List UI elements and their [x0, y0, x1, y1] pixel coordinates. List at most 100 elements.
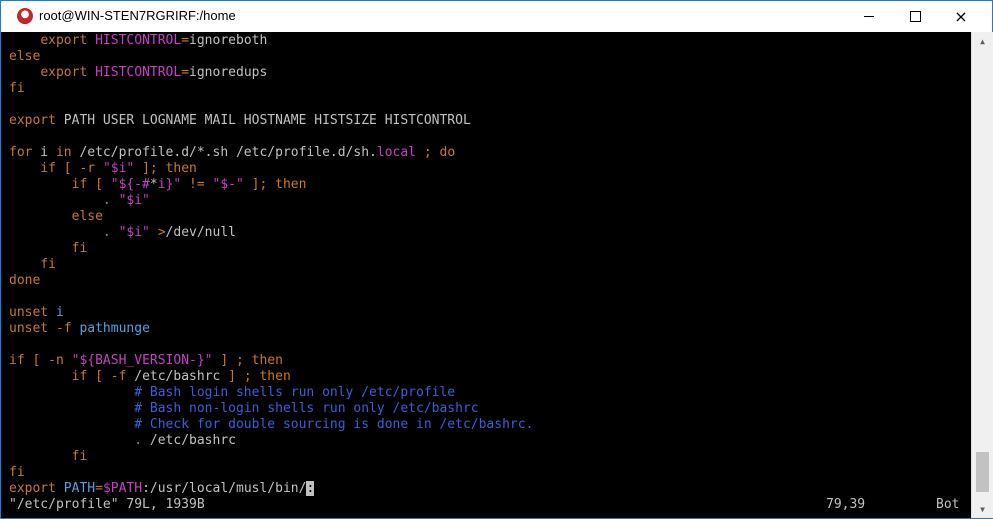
code-token: # Bash non-login shells run only /etc/ba… — [134, 401, 479, 416]
code-token: $PATH — [102, 481, 143, 496]
code-token: i — [55, 305, 64, 320]
code-token: "$i" — [118, 225, 150, 240]
scroll-down-arrow-icon[interactable]: ▼ — [972, 500, 993, 518]
code-token: . — [102, 193, 111, 208]
vim-status-scroll-position: Bot — [936, 497, 960, 512]
code-token: fi — [71, 449, 88, 464]
code-line: fi — [9, 465, 25, 481]
code-token: /etc/bashrc — [142, 433, 236, 448]
code-token: [ — [95, 177, 103, 192]
terminal-app-icon[interactable] — [17, 8, 33, 24]
code-token: unset — [9, 305, 49, 320]
scroll-up-arrow-icon[interactable]: ▲ — [972, 32, 993, 50]
code-line: if [ "${-#*i}" != "$-" ]; then — [9, 177, 307, 193]
code-token: ] ; then — [228, 369, 291, 384]
code-token: fi — [71, 241, 88, 256]
code-token: "${-# — [110, 177, 150, 192]
code-token: -f — [55, 321, 72, 336]
code-line: . "$i" >/dev/null — [9, 225, 236, 241]
code-token: "$i" — [118, 193, 150, 208]
code-line: if [ -n "${BASH_VERSION-}" ] ; then — [9, 353, 283, 369]
code-token: [ -r — [63, 161, 96, 176]
maximize-button[interactable] — [892, 1, 938, 32]
code-line: else — [9, 49, 40, 65]
code-token: # Bash login shells run only /etc/profil… — [134, 385, 456, 400]
code-line: if [ -r "$i" ]; then — [9, 161, 197, 177]
code-line: unset i — [9, 305, 64, 321]
code-token: = — [95, 481, 103, 496]
code-token: export — [9, 113, 56, 128]
code-token: ]; then — [142, 161, 197, 176]
code-token: * — [149, 177, 158, 192]
code-token: fi — [40, 257, 56, 272]
code-token: fi — [9, 81, 25, 96]
code-line: for i in /etc/profile.d/*.sh /etc/profil… — [9, 145, 455, 161]
code-line: else — [9, 209, 103, 225]
code-token: "$i" — [102, 161, 135, 176]
vertical-scrollbar[interactable]: ▲ ▼ — [971, 32, 993, 518]
code-line: # Bash login shells run only /etc/profil… — [9, 385, 455, 401]
maximize-icon — [909, 11, 921, 22]
code-token: for — [9, 145, 33, 160]
scrollbar-thumb[interactable] — [976, 452, 989, 492]
code-token: /dev/null — [165, 225, 236, 240]
code-token: unset — [9, 321, 49, 336]
code-token: PATH — [63, 481, 96, 496]
code-token: pathmunge — [79, 321, 150, 336]
code-line: unset -f pathmunge — [9, 321, 150, 337]
code-token: if — [9, 353, 25, 368]
code-token: ] ; then — [220, 353, 283, 368]
close-button[interactable]: × — [938, 1, 984, 32]
code-token: != — [189, 177, 205, 192]
title-bar[interactable]: root@WIN-STEN7RGRIRF:/home × — [1, 1, 992, 33]
code-token: done — [9, 273, 41, 288]
code-token: = — [181, 33, 190, 48]
code-token: export — [40, 33, 88, 48]
code-token: HISTCONTROL — [95, 65, 182, 80]
code-token: if — [40, 161, 56, 176]
code-token: # Check for double sourcing is done in /… — [134, 417, 534, 432]
vim-status-file-info: "/etc/profile" 79L, 1939B — [9, 497, 205, 512]
code-token: [ -f — [95, 369, 127, 384]
minimize-button[interactable] — [846, 1, 892, 32]
close-icon: × — [954, 7, 968, 26]
code-line: fi — [9, 81, 25, 97]
code-token: = — [181, 65, 190, 80]
code-token: else — [9, 49, 41, 64]
code-token: local — [376, 145, 417, 160]
code-token: do — [439, 145, 456, 160]
code-line: done — [9, 273, 40, 289]
code-line: . "$i" — [9, 193, 150, 209]
code-token: ignoreboth — [189, 33, 268, 48]
vim-editor-area[interactable]: export HISTCONTROL=ignoreboth else export… — [1, 32, 971, 518]
code-line: if [ -f /etc/bashrc ] ; then — [9, 369, 291, 385]
code-token: :/usr/local/musl/bin/ — [142, 481, 307, 496]
code-token: /etc/bashrc — [126, 369, 229, 384]
code-line: export PATH USER LOGNAME MAIL HOSTNAME H… — [9, 113, 471, 129]
code-line: export HISTCONTROL=ignoredups — [9, 65, 267, 81]
code-token: . — [102, 225, 111, 240]
